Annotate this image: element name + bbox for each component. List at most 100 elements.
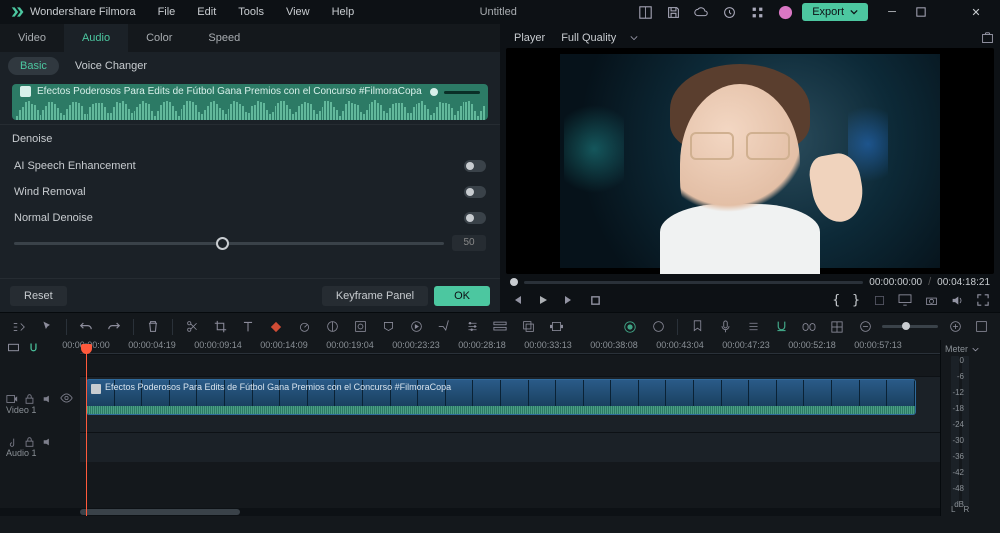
seek-handle[interactable]: [510, 278, 518, 286]
titlebar: Wondershare Filmora File Edit Tools View…: [0, 0, 1000, 24]
marker-icon[interactable]: [688, 318, 706, 336]
fullscreen-icon[interactable]: [976, 293, 990, 307]
apps-icon[interactable]: [746, 2, 768, 22]
zoom-fit-icon[interactable]: [972, 318, 990, 336]
volume-icon[interactable]: [950, 293, 964, 307]
menu-view[interactable]: View: [278, 2, 318, 22]
timeline-hscroll[interactable]: [0, 508, 940, 516]
mute-audio-icon[interactable]: [42, 436, 54, 448]
split-icon[interactable]: [183, 318, 201, 336]
video-track-icon[interactable]: [6, 393, 18, 405]
meter-label[interactable]: Meter: [945, 344, 968, 354]
zoom-out-icon[interactable]: [856, 318, 874, 336]
menu-help[interactable]: Help: [324, 2, 363, 22]
zoom-slider[interactable]: [882, 325, 938, 328]
subtab-basic[interactable]: Basic: [8, 57, 59, 75]
clip-volume-slider[interactable]: [430, 88, 480, 96]
toggle-wind-removal[interactable]: [464, 186, 486, 198]
audio-detach-icon[interactable]: [435, 318, 453, 336]
stop-icon[interactable]: [588, 293, 602, 307]
layout-icon[interactable]: [634, 2, 656, 22]
preview-viewport[interactable]: [506, 48, 994, 274]
avatar-icon[interactable]: [774, 2, 796, 22]
clip-label: Efectos Poderosos Para Edits de Fútbol G…: [105, 382, 451, 392]
tab-color[interactable]: Color: [128, 24, 190, 52]
eye-icon[interactable]: [60, 393, 72, 405]
snap-icon[interactable]: [772, 318, 790, 336]
denoise-amount-slider[interactable]: [14, 242, 444, 245]
audio-track-icon[interactable]: [6, 436, 18, 448]
video-clip[interactable]: Efectos Poderosos Para Edits de Fútbol G…: [86, 379, 916, 415]
menu-file[interactable]: File: [150, 2, 184, 22]
prev-frame-icon[interactable]: [510, 293, 524, 307]
lock-audio-icon[interactable]: [24, 436, 36, 448]
mark-out-icon[interactable]: }: [852, 293, 860, 308]
reset-button[interactable]: Reset: [10, 286, 67, 306]
denoise-amount-value[interactable]: 50: [452, 235, 486, 251]
tab-speed[interactable]: Speed: [190, 24, 258, 52]
keyframe-icon[interactable]: [267, 318, 285, 336]
history-icon[interactable]: [718, 2, 740, 22]
mask-icon[interactable]: [379, 318, 397, 336]
menu-edit[interactable]: Edit: [189, 2, 224, 22]
green-screen-icon[interactable]: [351, 318, 369, 336]
undo-icon[interactable]: [77, 318, 95, 336]
properties-panel: Video Audio Color Speed Basic Voice Chan…: [0, 24, 500, 312]
subtab-voice-changer[interactable]: Voice Changer: [63, 57, 159, 75]
toggle-ai-speech[interactable]: [464, 160, 486, 172]
delete-icon[interactable]: [144, 318, 162, 336]
quality-dropdown[interactable]: Full Quality: [561, 32, 638, 44]
snapshot-settings-icon[interactable]: [981, 32, 994, 45]
crop-preview-icon[interactable]: [872, 293, 886, 307]
magnet-icon[interactable]: [26, 340, 40, 354]
mute-icon[interactable]: [42, 393, 54, 405]
ok-button[interactable]: OK: [434, 286, 490, 306]
seek-track[interactable]: [524, 281, 863, 284]
display-icon[interactable]: [898, 293, 912, 307]
save-icon[interactable]: [662, 2, 684, 22]
select-tool-icon[interactable]: [38, 318, 56, 336]
title-right-icons: Export ─ ✕: [634, 2, 994, 22]
denoise-header[interactable]: Denoise: [0, 124, 500, 153]
play-icon[interactable]: [536, 293, 550, 307]
adjust-icon[interactable]: [463, 318, 481, 336]
record-icon[interactable]: [621, 318, 639, 336]
export-button[interactable]: Export: [802, 3, 868, 21]
maximize-button[interactable]: [916, 7, 952, 17]
text-icon[interactable]: [239, 318, 257, 336]
track-add-icon[interactable]: [6, 340, 20, 354]
minimize-button[interactable]: ─: [874, 6, 910, 18]
keyframe-panel-button[interactable]: Keyframe Panel: [322, 286, 428, 306]
close-button[interactable]: ✕: [958, 6, 994, 19]
zoom-in-icon[interactable]: [946, 318, 964, 336]
app-name: Wondershare Filmora: [30, 6, 136, 18]
menu-bar: File Edit Tools View Help: [150, 2, 363, 22]
track-manage-icon[interactable]: [491, 318, 509, 336]
speed-icon[interactable]: [295, 318, 313, 336]
time-ruler[interactable]: 00:00:00:0000:00:04:1900:00:09:1400:00:1…: [80, 340, 940, 354]
grid-icon[interactable]: [828, 318, 846, 336]
camera-icon[interactable]: [924, 293, 938, 307]
speed-ramp-icon[interactable]: [407, 318, 425, 336]
tab-video[interactable]: Video: [0, 24, 64, 52]
audio-stretch-icon[interactable]: [744, 318, 762, 336]
smart-icon[interactable]: [547, 318, 565, 336]
lock-icon[interactable]: [24, 393, 36, 405]
next-frame-icon[interactable]: [562, 293, 576, 307]
color-icon[interactable]: [323, 318, 341, 336]
audio-mixer-icon[interactable]: [649, 318, 667, 336]
tab-audio[interactable]: Audio: [64, 24, 128, 52]
redo-icon[interactable]: [105, 318, 123, 336]
link-icon[interactable]: [800, 318, 818, 336]
music-note-icon: [20, 86, 31, 97]
menu-tools[interactable]: Tools: [230, 2, 272, 22]
playhead[interactable]: [86, 352, 87, 516]
mark-in-icon[interactable]: {: [832, 293, 840, 308]
voice-icon[interactable]: [716, 318, 734, 336]
timecode: 00:00:28:18: [458, 340, 506, 350]
crop-icon[interactable]: [211, 318, 229, 336]
copy-icon[interactable]: [519, 318, 537, 336]
toggle-normal-denoise[interactable]: [464, 212, 486, 224]
expand-collapse-icon[interactable]: [10, 318, 28, 336]
cloud-icon[interactable]: [690, 2, 712, 22]
